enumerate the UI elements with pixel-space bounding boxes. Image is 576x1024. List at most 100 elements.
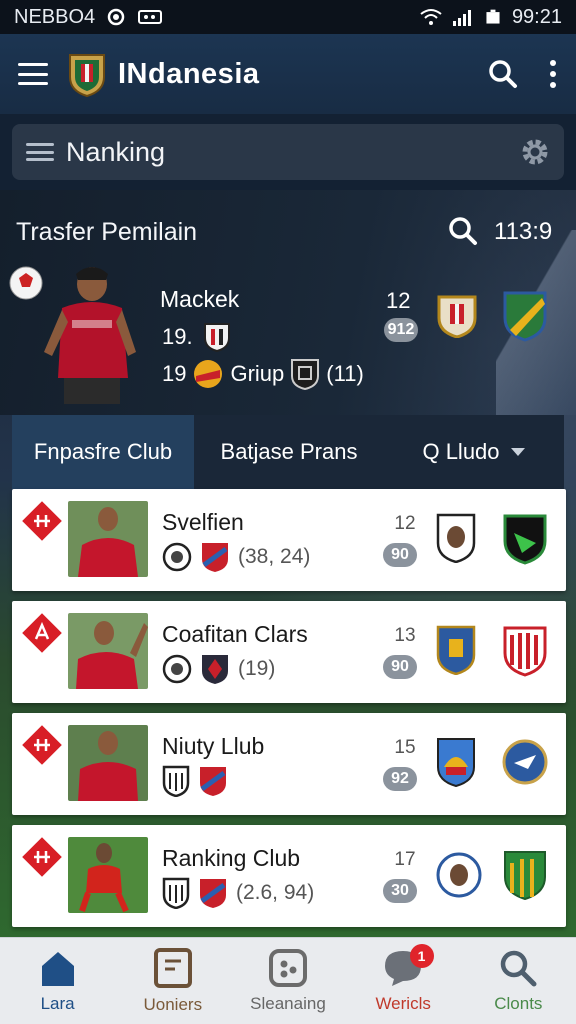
nav-item-messages[interactable]: 1 Wericls bbox=[346, 938, 461, 1024]
club-crest-logo bbox=[69, 54, 105, 97]
club-crest-icon bbox=[437, 295, 477, 338]
club-crest-icon bbox=[503, 291, 547, 342]
wifi-icon bbox=[420, 9, 442, 25]
clock: 99:21 bbox=[511, 5, 562, 28]
nav-label: Uoniers bbox=[143, 995, 203, 1014]
search-icon bbox=[501, 950, 537, 987]
club-rank: 17 bbox=[394, 849, 416, 870]
club-crest-icon bbox=[502, 739, 548, 785]
search-icon[interactable] bbox=[448, 216, 478, 246]
nav-item-search[interactable]: Clonts bbox=[461, 938, 576, 1024]
player-group-row: 19 Griup (11) bbox=[162, 358, 364, 390]
bottom-nav: Lara Uoniers Sleanaing 1 Wericls Clonts bbox=[0, 937, 576, 1024]
player-avatar-badge bbox=[436, 852, 482, 898]
home-icon bbox=[41, 952, 74, 986]
club-name: Svelfien bbox=[162, 509, 244, 535]
notification-badge: 1 bbox=[409, 944, 434, 968]
tab-label: Batjase Prans bbox=[220, 439, 358, 464]
filter-label: Q Lludo bbox=[422, 439, 500, 464]
club-score: 92 bbox=[383, 767, 417, 791]
tab-label: Fnpasfre Club bbox=[33, 439, 173, 464]
club-shield-icon bbox=[202, 543, 228, 572]
club-seal-icon bbox=[162, 654, 192, 684]
player-photo bbox=[68, 837, 148, 913]
player-photo bbox=[68, 725, 148, 801]
player-stat-value: 19. bbox=[162, 324, 193, 349]
player-photo bbox=[44, 267, 136, 404]
club-crest-icon bbox=[503, 514, 547, 565]
club-crest-icon bbox=[436, 625, 476, 675]
club-crest-icon bbox=[503, 626, 547, 677]
club-crest-icon bbox=[504, 851, 546, 901]
club-name: Ranking Club bbox=[162, 845, 301, 871]
search-icon[interactable] bbox=[488, 59, 518, 89]
player-name: Mackek bbox=[160, 286, 240, 312]
transfer-score-pill: 912 bbox=[384, 318, 418, 342]
ranking-bar-container: Nanking bbox=[0, 114, 576, 190]
tab-batjase-prans[interactable]: Batjase Prans bbox=[194, 415, 384, 489]
status-bar: NEBBO4 99:21 bbox=[0, 0, 576, 34]
club-rank: 13 bbox=[394, 625, 416, 646]
club-crest-icon bbox=[437, 738, 475, 787]
nav-label: Sleanaing bbox=[250, 994, 326, 1013]
ball-icon bbox=[268, 949, 307, 987]
transfer-section: Trasfer Pemilain 113:9 Mackek 19. 19 Gri… bbox=[0, 190, 576, 415]
more-options-icon[interactable] bbox=[548, 59, 558, 89]
red-diamond-flag-icon bbox=[22, 501, 62, 541]
red-diamond-flag-icon bbox=[22, 725, 62, 765]
player-stat-row: 19. bbox=[162, 322, 231, 352]
club-stats: (38, 24) bbox=[238, 545, 311, 568]
ranking-bar-label: Nanking bbox=[66, 136, 166, 167]
tab-transfer-club[interactable]: Fnpasfre Club bbox=[12, 415, 194, 489]
club-name: Niuty Llub bbox=[162, 733, 265, 759]
filter-dropdown[interactable]: Q Lludo bbox=[384, 415, 564, 489]
group-count: (11) bbox=[326, 361, 364, 386]
club-rank: 12 bbox=[394, 513, 416, 534]
red-diamond-flag-icon bbox=[22, 837, 62, 877]
menu-icon[interactable] bbox=[18, 63, 48, 85]
nav-item-play[interactable]: Sleanaing bbox=[230, 938, 345, 1024]
club-score: 30 bbox=[383, 879, 417, 903]
group-label: Griup bbox=[230, 361, 285, 386]
club-shield-icon bbox=[162, 765, 190, 797]
nav-item-home[interactable]: Lara bbox=[0, 938, 115, 1024]
ranking-bar[interactable]: Nanking bbox=[12, 124, 564, 180]
club-card[interactable]: Coafitan Clars (19) 13 90 bbox=[12, 601, 566, 703]
carrier-label: NEBBO4 bbox=[14, 5, 96, 28]
chevron-down-icon bbox=[510, 448, 525, 456]
document-icon bbox=[153, 948, 192, 988]
battery-icon bbox=[486, 9, 500, 24]
red-diamond-flag-icon bbox=[22, 613, 62, 653]
nav-label: Clonts bbox=[494, 994, 543, 1013]
club-shield-icon bbox=[162, 877, 190, 909]
player-photo bbox=[68, 613, 148, 689]
record-icon bbox=[107, 8, 125, 26]
cast-icon bbox=[138, 10, 163, 24]
player-avatar-badge bbox=[436, 513, 476, 563]
club-shield-icon bbox=[200, 767, 226, 796]
club-stats: (19) bbox=[238, 657, 276, 680]
nav-label: Lara bbox=[40, 994, 75, 1013]
tab-bar: Fnpasfre Club Batjase Prans Q Lludo bbox=[12, 415, 564, 489]
club-score: 90 bbox=[383, 655, 417, 679]
transfer-title: Trasfer Pemilain bbox=[16, 218, 198, 246]
player-photo bbox=[68, 501, 148, 577]
nav-item-documents[interactable]: Uoniers bbox=[115, 938, 230, 1024]
gear-icon[interactable] bbox=[520, 137, 550, 167]
club-shield-icon bbox=[200, 879, 226, 908]
club-card[interactable]: Ranking Club (2.6, 94) 17 30 bbox=[12, 825, 566, 927]
club-score: 90 bbox=[383, 543, 417, 567]
player-group-value: 19 bbox=[162, 361, 187, 386]
club-stats: (2.6, 94) bbox=[236, 881, 315, 904]
app-title: INdanesia bbox=[118, 57, 260, 90]
group-badge-icon bbox=[194, 360, 223, 388]
club-name: Coafitan Clars bbox=[162, 621, 308, 647]
club-card[interactable]: Svelfien (38, 24) 12 90 bbox=[12, 489, 566, 591]
list-icon bbox=[26, 143, 54, 161]
signal-icon bbox=[452, 10, 471, 26]
club-card[interactable]: Niuty Llub 15 92 bbox=[12, 713, 566, 815]
nav-label: Wericls bbox=[375, 994, 431, 1013]
transfer-count: 113:9 bbox=[494, 218, 553, 245]
club-shield-icon bbox=[203, 323, 230, 352]
app-bar: INdanesia bbox=[0, 34, 576, 114]
